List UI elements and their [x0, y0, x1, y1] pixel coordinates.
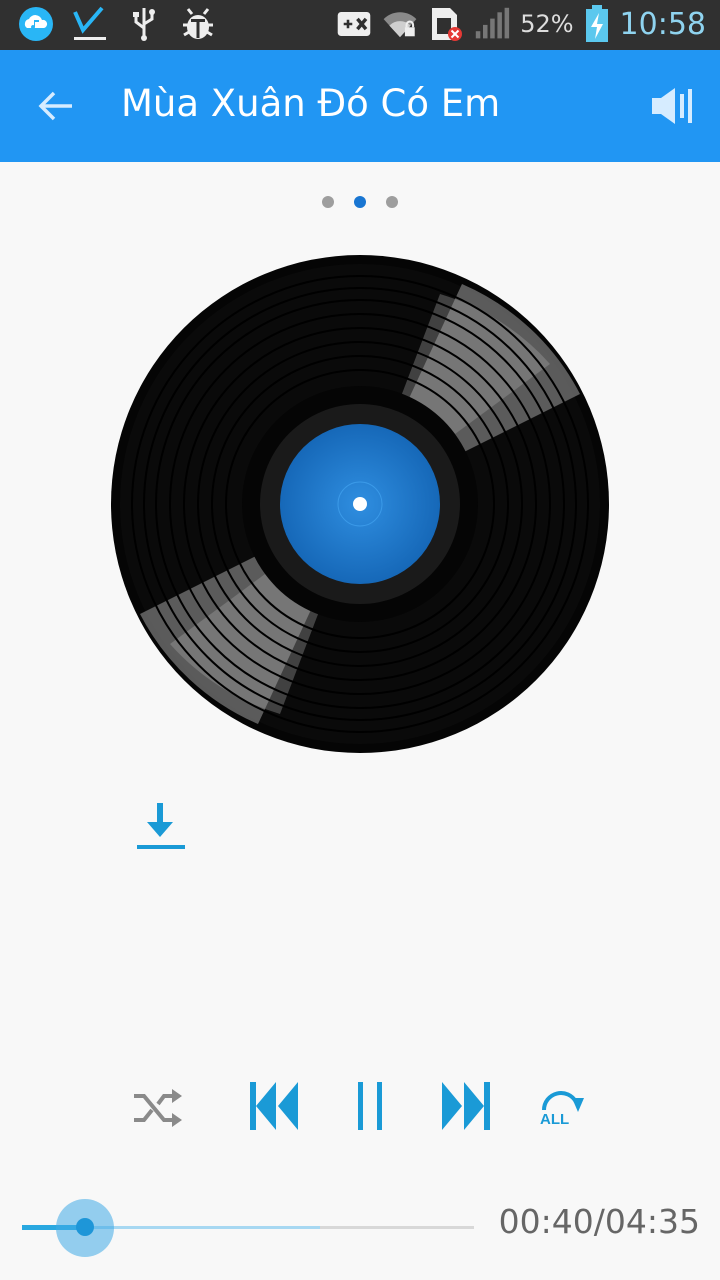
next-button[interactable] — [440, 1078, 492, 1138]
page-dot[interactable] — [386, 196, 398, 208]
playback-controls: ALL — [0, 1078, 720, 1138]
page-dot-active[interactable] — [354, 196, 366, 208]
download-button[interactable] — [134, 800, 188, 854]
seek-bar[interactable] — [22, 1199, 474, 1257]
arrow-left-icon — [38, 91, 72, 121]
status-bar: 52% 10:58 — [0, 0, 720, 50]
next-icon — [442, 1082, 490, 1130]
wifi-locked-icon — [382, 6, 418, 42]
shuffle-icon — [134, 1089, 182, 1127]
page-dot[interactable] — [322, 196, 334, 208]
gamepad-blocked-icon — [336, 6, 372, 42]
app-bar: Mùa Xuân Đó Có Em — [0, 50, 720, 162]
download-icon — [137, 803, 185, 849]
pause-icon — [358, 1082, 382, 1130]
previous-button[interactable] — [248, 1078, 300, 1138]
music-cloud-icon — [18, 6, 54, 42]
signal-icon — [474, 6, 510, 42]
song-title: Mùa Xuân Đó Có Em — [121, 82, 501, 125]
vinyl-record-artwork — [110, 254, 610, 754]
sim-error-icon — [428, 6, 464, 42]
shuffle-button[interactable] — [132, 1086, 184, 1134]
repeat-mode-label: ALL — [540, 1111, 569, 1128]
usb-icon — [126, 6, 162, 42]
clock: 10:58 — [619, 6, 706, 42]
battery-charging-icon — [584, 5, 610, 42]
debug-bug-icon — [180, 6, 216, 42]
time-display: 00:40/04:35 — [498, 1202, 700, 1241]
battery-percent: 52% — [520, 10, 574, 38]
volume-button[interactable] — [650, 86, 696, 126]
check-icon — [72, 6, 108, 42]
page-indicator — [322, 196, 398, 208]
back-button[interactable] — [34, 84, 78, 128]
volume-icon — [652, 88, 692, 124]
previous-icon — [250, 1082, 298, 1130]
repeat-all-button[interactable]: ALL — [536, 1088, 588, 1132]
pause-button[interactable] — [356, 1078, 386, 1138]
repeat-all-icon: ALL — [540, 1091, 584, 1128]
